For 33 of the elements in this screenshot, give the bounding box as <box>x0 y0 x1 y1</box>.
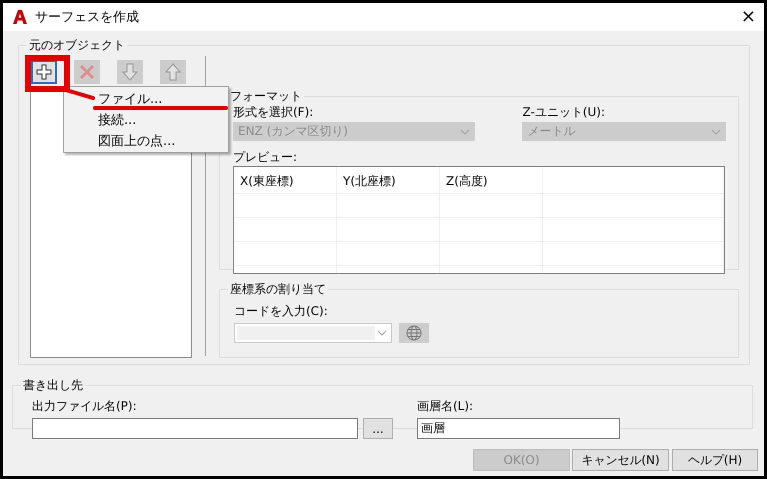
column-header: X(東座標) <box>234 167 337 193</box>
output-file-field[interactable] <box>32 418 358 439</box>
close-icon <box>79 64 95 80</box>
field-label: 形式を選択(F): <box>233 105 314 120</box>
column-header: Z(高度) <box>440 167 543 193</box>
chevron-icon <box>377 330 387 336</box>
up-arrow-icon <box>165 63 181 81</box>
group-label: フォーマット <box>228 88 304 104</box>
group-label: 元のオブジェクト <box>27 37 127 53</box>
cancel-button[interactable]: キャンセル(N) <box>572 449 669 471</box>
menu-item[interactable]: ファイル... <box>64 89 228 110</box>
menu-item[interactable]: 図面上の点... <box>64 131 228 152</box>
browse-button[interactable]: ... <box>363 418 393 439</box>
app-logo-icon <box>13 10 27 24</box>
field-label: コードを入力(C): <box>234 304 329 319</box>
field-label: 画層名(L): <box>417 399 474 414</box>
field-label: Z-ユニット(U): <box>522 105 606 120</box>
group-label: 書き出し先 <box>21 377 85 393</box>
help-button[interactable]: ヘルプ(H) <box>672 449 758 471</box>
field-label: 出力ファイル名(P): <box>32 399 138 414</box>
window-title: サーフェスを作成 <box>35 9 139 26</box>
preview-label: プレビュー: <box>233 150 298 165</box>
down-arrow-icon <box>122 63 138 81</box>
close-button[interactable]: × <box>740 8 756 26</box>
chevron-icon <box>711 128 721 134</box>
chevron-icon <box>460 128 470 134</box>
add-button[interactable] <box>31 60 57 84</box>
column-header: Y(北座標) <box>337 167 440 193</box>
globe-icon <box>406 325 422 341</box>
layer-name-field[interactable]: 画層 <box>417 418 620 439</box>
menu-item[interactable]: 接続... <box>64 110 228 131</box>
plus-icon <box>35 63 53 81</box>
group-label: 座標系の割り当て <box>228 281 328 297</box>
